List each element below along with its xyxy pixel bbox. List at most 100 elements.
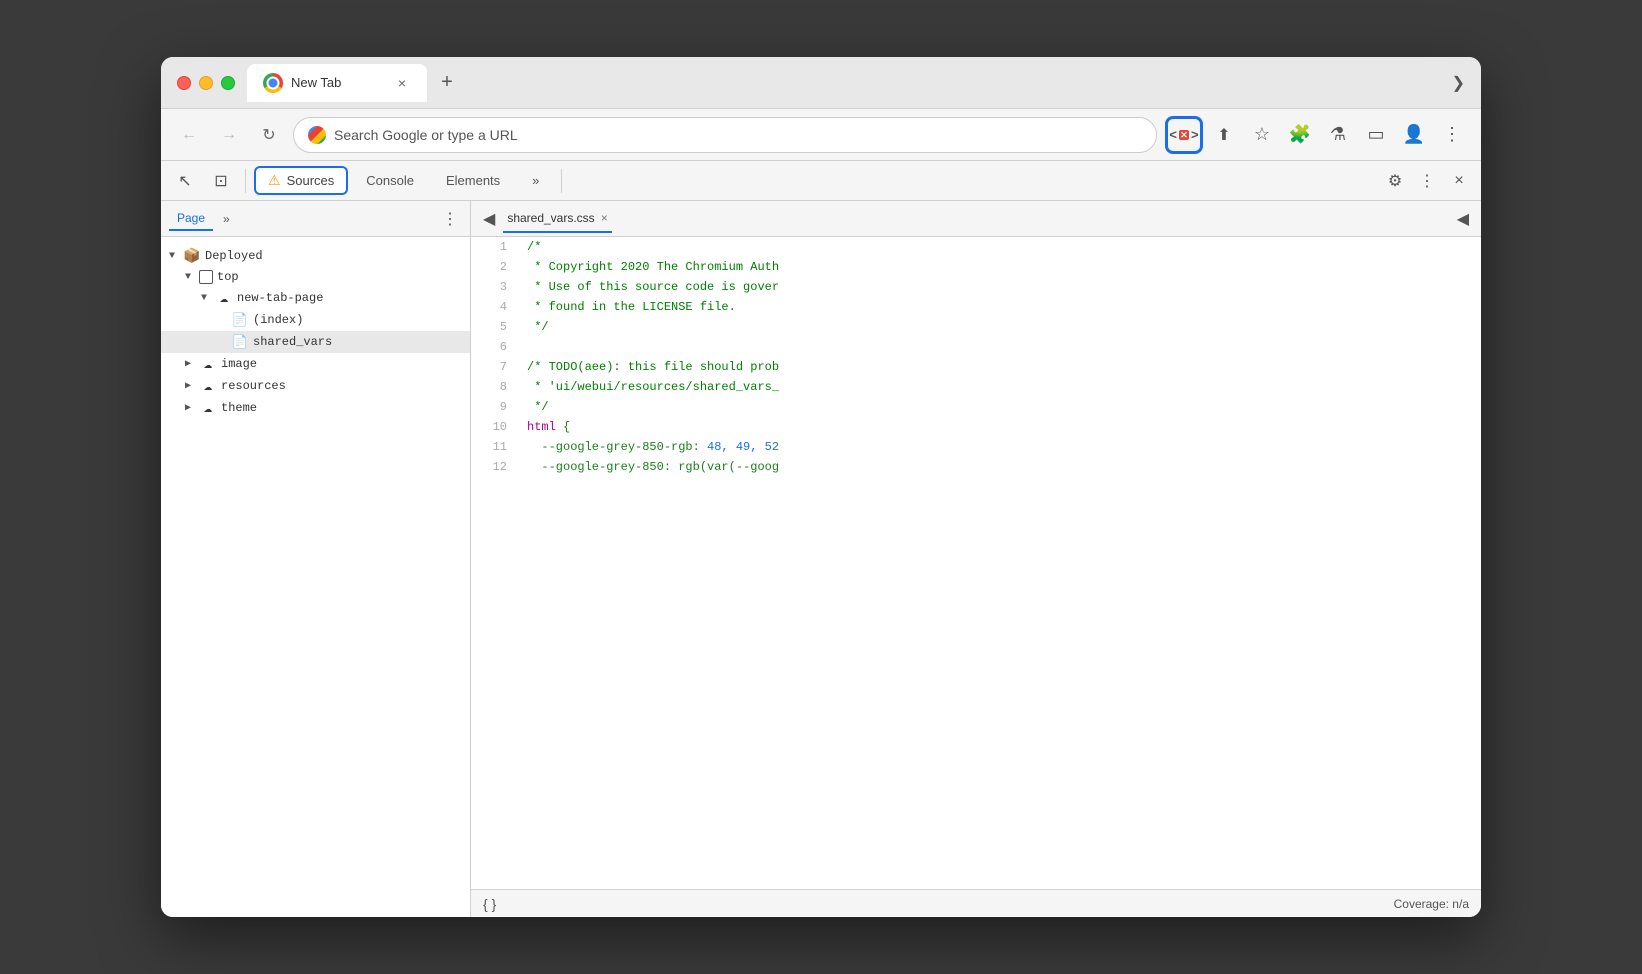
tree-item-index[interactable]: ▶ 📄 (index): [161, 309, 470, 331]
code-body[interactable]: 1 /* 2 * Copyright 2020 The Chromium Aut…: [471, 237, 1481, 889]
devtools-settings-button[interactable]: ⚙: [1381, 167, 1409, 195]
device-toolbar-button[interactable]: ⊡: [205, 165, 237, 197]
line-num-8: 8: [471, 377, 519, 397]
line-content-10: html {: [519, 417, 1481, 437]
deployed-label: Deployed: [205, 249, 462, 263]
inspector-icon: ↖: [178, 171, 191, 191]
shared-vars-label: shared_vars: [253, 335, 462, 349]
flask-icon: ⚗: [1330, 124, 1346, 145]
file-tree-menu-button[interactable]: ⋮: [438, 207, 462, 231]
tree-item-shared-vars[interactable]: ▶ 📄 shared_vars: [161, 331, 470, 353]
file-tab-close-button[interactable]: ×: [601, 211, 608, 225]
device-icon: ⊡: [214, 171, 227, 191]
toolbar-divider: [245, 169, 246, 193]
chrome-menu-icon: ⋮: [1443, 124, 1461, 145]
code-line-11: 11 --google-grey-850-rgb: 48, 49, 52: [471, 437, 1481, 457]
line-num-3: 3: [471, 277, 519, 297]
devtools-toggle-button[interactable]: < ✕ >: [1165, 116, 1203, 154]
tab-sources[interactable]: ⚠ Sources: [254, 166, 348, 195]
toolbar-divider-2: [561, 169, 562, 193]
code-line-3: 3 * Use of this source code is gover: [471, 277, 1481, 297]
tree-item-deployed[interactable]: ▼ 📦 Deployed: [161, 245, 470, 267]
sources-warning-icon: ⚠: [268, 172, 281, 189]
file-tab[interactable]: shared_vars.css ×: [503, 205, 611, 233]
format-button[interactable]: { }: [483, 896, 496, 912]
nav-bar: ← → ↻ Search Google or type a URL < ✕ > …: [161, 109, 1481, 161]
browser-window: New Tab × + ❯ ← → ↻ Search Google or typ…: [161, 57, 1481, 917]
code-editor-header: ◀ shared_vars.css × ◀: [471, 201, 1481, 237]
tree-item-new-tab-page[interactable]: ▼ ☁ new-tab-page: [161, 287, 470, 309]
new-tab-button[interactable]: +: [431, 67, 463, 99]
new-tab-page-arrow: ▼: [201, 293, 215, 304]
new-tab-page-label: new-tab-page: [237, 291, 462, 305]
line-content-5: */: [519, 317, 1481, 337]
coverage-label: Coverage: n/a: [1394, 897, 1469, 911]
back-button[interactable]: ←: [173, 119, 205, 151]
cloud-icon-image: ☁: [199, 356, 217, 372]
inspector-tool-button[interactable]: ↖: [169, 165, 201, 197]
more-tabs-icon: »: [532, 173, 539, 188]
line-num-11: 11: [471, 437, 519, 457]
line-num-2: 2: [471, 257, 519, 277]
deployed-arrow: ▼: [169, 251, 183, 262]
devtools-more-button[interactable]: ⋮: [1413, 167, 1441, 195]
page-tab[interactable]: Page: [169, 207, 213, 231]
refresh-button[interactable]: ↻: [253, 119, 285, 151]
code-footer: { } Coverage: n/a: [471, 889, 1481, 917]
code-line-9: 9 */: [471, 397, 1481, 417]
traffic-lights: [177, 76, 235, 90]
tree-item-theme[interactable]: ▶ ☁ theme: [161, 397, 470, 419]
tab-close-button[interactable]: ×: [393, 74, 411, 92]
tab-elements[interactable]: Elements: [432, 167, 514, 194]
flask-button[interactable]: ⚗: [1321, 118, 1355, 152]
tree-item-top[interactable]: ▼ top: [161, 267, 470, 287]
bookmark-button[interactable]: ☆: [1245, 118, 1279, 152]
line-num-10: 10: [471, 417, 519, 437]
collapse-left-button[interactable]: ◀: [483, 209, 495, 229]
chrome-menu-button[interactable]: ⋮: [1435, 118, 1469, 152]
code-line-8: 8 * 'ui/webui/resources/shared_vars_: [471, 377, 1481, 397]
file-tree-more-button[interactable]: »: [217, 210, 236, 228]
line-content-4: * found in the LICENSE file.: [519, 297, 1481, 317]
profile-button[interactable]: 👤: [1397, 118, 1431, 152]
close-button[interactable]: [177, 76, 191, 90]
more-tabs-button[interactable]: »: [518, 167, 553, 194]
forward-button[interactable]: →: [213, 119, 245, 151]
tree-item-resources[interactable]: ▶ ☁ resources: [161, 375, 470, 397]
sidebar-button[interactable]: ▭: [1359, 118, 1393, 152]
line-content-11: --google-grey-850-rgb: 48, 49, 52: [519, 437, 1481, 457]
file-tab-name: shared_vars.css: [507, 211, 594, 225]
resources-label: resources: [221, 379, 462, 393]
tab-console[interactable]: Console: [352, 167, 428, 194]
line-content-1: /*: [519, 237, 1481, 257]
collapse-right-button[interactable]: ◀: [1457, 209, 1469, 229]
sources-tab-label: Sources: [287, 173, 335, 188]
profile-icon: 👤: [1403, 124, 1425, 145]
extensions-button[interactable]: 🧩: [1283, 118, 1317, 152]
top-arrow: ▼: [185, 272, 199, 283]
line-num-12: 12: [471, 457, 519, 477]
bookmark-icon: ☆: [1254, 124, 1270, 145]
tab-overflow-button[interactable]: ❯: [1452, 73, 1465, 93]
line-num-7: 7: [471, 357, 519, 377]
image-arrow: ▶: [185, 358, 199, 370]
toolbar-icons: < ✕ > ⬆ ☆ 🧩 ⚗ ▭ 👤: [1165, 116, 1469, 154]
active-tab[interactable]: New Tab ×: [247, 64, 427, 102]
theme-arrow: ▶: [185, 402, 199, 414]
line-num-1: 1: [471, 237, 519, 257]
maximize-button[interactable]: [221, 76, 235, 90]
address-bar[interactable]: Search Google or type a URL: [293, 117, 1157, 153]
code-line-12: 12 --google-grey-850: rgb(var(--goog: [471, 457, 1481, 477]
minimize-button[interactable]: [199, 76, 213, 90]
title-bar: New Tab × + ❯: [161, 57, 1481, 109]
line-content-8: * 'ui/webui/resources/shared_vars_: [519, 377, 1481, 397]
elements-tab-label: Elements: [446, 173, 500, 188]
line-content-6: [519, 337, 1481, 357]
line-num-6: 6: [471, 337, 519, 357]
code-line-5: 5 */: [471, 317, 1481, 337]
share-button[interactable]: ⬆: [1207, 118, 1241, 152]
line-num-5: 5: [471, 317, 519, 337]
devtools-close-button[interactable]: ×: [1445, 167, 1473, 195]
line-num-9: 9: [471, 397, 519, 417]
tree-item-image[interactable]: ▶ ☁ image: [161, 353, 470, 375]
